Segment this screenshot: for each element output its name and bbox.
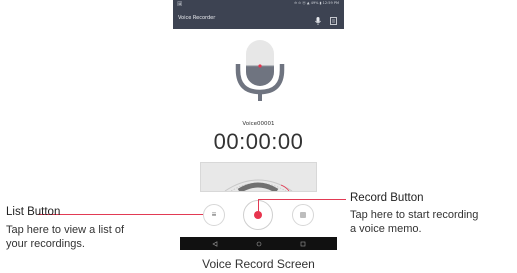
app-bar: Voice Recorder [173,7,344,29]
mic-icon[interactable] [313,13,323,25]
list-callout-line [38,214,203,215]
figure-caption: Voice Record Screen [202,257,315,271]
status-bar: 🖼 ⊖ ⊙ ⦿ ▲ 49% ▮ 12:59 PM [173,0,344,7]
record-callout-desc-line1: Tap here to start recording [350,209,479,221]
record-callout-line-vertical [258,199,259,215]
app-title: Voice Recorder [178,15,216,21]
list-icon: ≡ [211,210,217,219]
stop-icon [300,212,306,218]
stop-button[interactable] [292,204,314,226]
list-callout-desc-line1: Tap here to view a list of [6,224,125,236]
list-button[interactable]: ≡ [203,204,225,226]
record-callout-desc-line2: a voice memo. [350,223,422,235]
home-icon[interactable] [249,237,269,250]
navigation-bar [180,237,337,250]
recording-filename: Voice00001 [242,121,275,127]
status-left-text: 🖼 [177,1,183,6]
microphone-graphic [225,36,295,106]
level-meter [200,162,317,194]
record-callout-title: Record Button [350,192,424,204]
record-callout-line-horizontal [258,199,346,200]
list-icon[interactable] [329,13,339,25]
recent-apps-icon[interactable] [293,237,313,250]
recording-timer: 00:00:00 [213,129,304,154]
back-icon[interactable] [205,237,225,250]
list-callout-desc-line2: your recordings. [6,238,85,250]
phone-screen: 🖼 ⊖ ⊙ ⦿ ▲ 49% ▮ 12:59 PM Voice Recorder [173,0,344,255]
list-callout-title: List Button [6,206,61,218]
status-right-text: ⊖ ⊙ ⦿ ▲ 49% ▮ 12:59 PM [294,1,339,5]
